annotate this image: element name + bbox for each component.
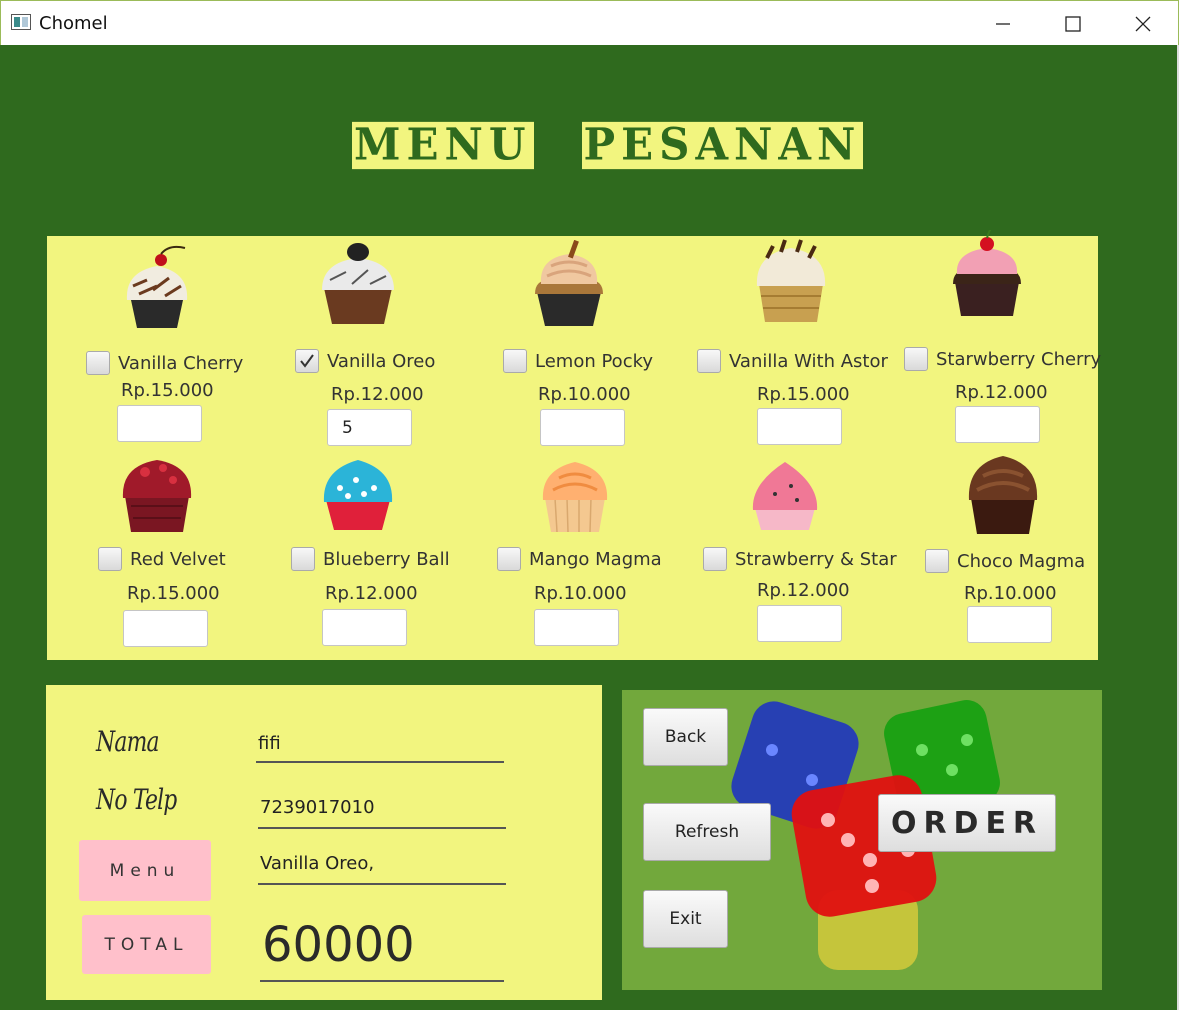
page-title-word-1: MENU <box>352 118 534 171</box>
back-button[interactable]: Back <box>643 708 728 766</box>
lemon-pocky-label: Lemon Pocky <box>535 350 654 372</box>
red-velvet-price: Rp.15.000 <box>127 583 220 604</box>
maximize-icon <box>1065 15 1081 32</box>
choco-magma-checkbox[interactable] <box>925 549 949 573</box>
blueberry-ball-cupcake-image <box>323 460 393 530</box>
blueberry-ball-checkbox[interactable] <box>291 547 315 571</box>
menu-item-red-velvet: Red Velvet <box>98 547 226 571</box>
mango-magma-label: Mango Magma <box>529 548 662 570</box>
minimize-button[interactable] <box>968 1 1038 46</box>
vanilla-with-astor-price: Rp.15.000 <box>757 384 850 405</box>
red-velvet-cupcake-image <box>122 460 192 532</box>
maximize-button[interactable] <box>1038 1 1108 46</box>
app-icon <box>11 14 31 30</box>
menu-item-vanilla-oreo: Vanilla Oreo <box>295 349 435 373</box>
window-title: Chomel <box>39 13 108 34</box>
vanilla-cherry-price: Rp.15.000 <box>121 380 214 401</box>
blueberry-ball-qty-input[interactable] <box>322 609 407 646</box>
menu-item-starwberry-cherry: Starwberry Cherry <box>904 347 1101 371</box>
exit-button[interactable]: Exit <box>643 890 728 948</box>
vanilla-oreo-cupcake-image <box>322 243 394 324</box>
vanilla-cherry-checkbox[interactable] <box>86 351 110 375</box>
menu-item-strawberry-star: Strawberry & Star <box>703 547 897 571</box>
vanilla-oreo-price: Rp.12.000 <box>331 384 424 405</box>
strawberry-star-price: Rp.12.000 <box>757 580 850 601</box>
vanilla-oreo-label: Vanilla Oreo <box>327 350 436 372</box>
mango-magma-qty-input[interactable] <box>534 609 619 646</box>
page-title: MENU PESANAN <box>352 118 864 171</box>
nama-field[interactable]: fifi <box>256 733 504 763</box>
strawberry-star-qty-input[interactable] <box>757 605 842 642</box>
menu-item-mango-magma: Mango Magma <box>497 547 662 571</box>
checkmark-icon <box>300 354 314 368</box>
vanilla-oreo-checkbox[interactable] <box>295 349 319 373</box>
mango-magma-price: Rp.10.000 <box>534 583 627 604</box>
red-velvet-qty-input[interactable] <box>123 610 208 647</box>
refresh-button[interactable]: Refresh <box>643 803 771 861</box>
menu-item-choco-magma: Choco Magma <box>925 549 1085 573</box>
starwberry-cherry-label: Starwberry Cherry <box>936 348 1102 370</box>
total-button[interactable]: TOTAL <box>82 915 211 974</box>
no-telp-label: No Telp <box>96 783 177 816</box>
lemon-pocky-cupcake-image <box>535 240 603 326</box>
choco-magma-cupcake-image <box>968 456 1038 534</box>
red-velvet-label: Red Velvet <box>130 548 226 570</box>
lemon-pocky-qty-input[interactable] <box>540 409 625 446</box>
no-telp-field[interactable]: 7239017010 <box>258 797 506 829</box>
blueberry-ball-price: Rp.12.000 <box>325 583 418 604</box>
vanilla-cherry-qty-input[interactable] <box>117 405 202 442</box>
choco-magma-qty-input[interactable] <box>967 606 1052 643</box>
lemon-pocky-price: Rp.10.000 <box>538 384 631 405</box>
vanilla-oreo-qty-input[interactable]: 5 <box>327 409 412 446</box>
choco-magma-price: Rp.10.000 <box>964 583 1057 604</box>
starwberry-cherry-cupcake-image <box>953 230 1021 316</box>
choco-magma-label: Choco Magma <box>957 550 1086 572</box>
blueberry-ball-label: Blueberry Ball <box>323 548 450 570</box>
vanilla-cherry-label: Vanilla Cherry <box>118 352 244 374</box>
close-button[interactable] <box>1108 1 1178 46</box>
action-panel: Back Refresh Exit ORDER <box>622 690 1102 990</box>
strawberry-star-checkbox[interactable] <box>703 547 727 571</box>
vanilla-with-astor-checkbox[interactable] <box>697 349 721 373</box>
order-button[interactable]: ORDER <box>878 794 1056 852</box>
menu-panel: Vanilla Cherry Rp.15.000 Vanilla Oreo Rp… <box>47 230 1101 660</box>
starwberry-cherry-price: Rp.12.000 <box>955 382 1048 403</box>
menu-item-vanilla-with-astor: Vanilla With Astor <box>697 349 888 373</box>
vanilla-cherry-cupcake-image <box>126 245 188 328</box>
menu-field[interactable]: Vanilla Oreo, <box>258 853 506 885</box>
menu-item-lemon-pocky: Lemon Pocky <box>503 349 653 373</box>
starwberry-cherry-checkbox[interactable] <box>904 347 928 371</box>
starwberry-cherry-qty-input[interactable] <box>955 406 1040 443</box>
vanilla-with-astor-label: Vanilla With Astor <box>729 350 888 372</box>
lemon-pocky-checkbox[interactable] <box>503 349 527 373</box>
strawberry-star-cupcake-image <box>752 462 818 530</box>
red-velvet-checkbox[interactable] <box>98 547 122 571</box>
title-bar: Chomel <box>0 0 1179 45</box>
total-field[interactable]: 60000 <box>260 910 504 982</box>
menu-item-vanilla-cherry: Vanilla Cherry <box>86 351 243 375</box>
minimize-icon <box>996 22 1010 25</box>
vanilla-with-astor-qty-input[interactable] <box>757 408 842 445</box>
mango-magma-cupcake-image <box>542 462 608 533</box>
page-title-word-2: PESANAN <box>581 118 864 171</box>
customer-form-panel: Nama fifi No Telp 7239017010 Menu Vanill… <box>46 685 602 1000</box>
vanilla-with-astor-cupcake-image <box>756 239 826 322</box>
menu-button[interactable]: Menu <box>79 840 211 901</box>
menu-item-blueberry-ball: Blueberry Ball <box>291 547 450 571</box>
mango-magma-checkbox[interactable] <box>497 547 521 571</box>
nama-label: Nama <box>96 725 160 758</box>
close-icon <box>1135 16 1151 31</box>
strawberry-star-label: Strawberry & Star <box>735 548 897 570</box>
